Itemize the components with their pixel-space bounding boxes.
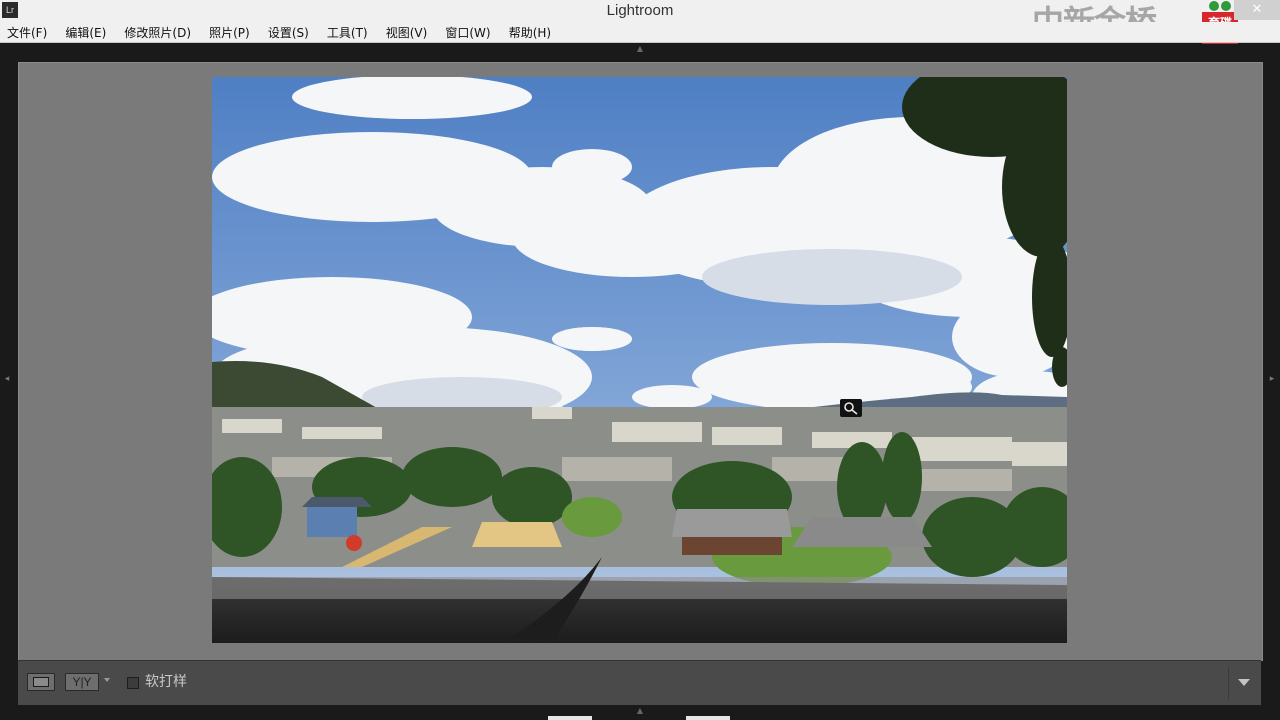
menu-photo[interactable]: 照片(P) [202,23,256,43]
menu-file[interactable]: 文件(F) [0,23,53,43]
title-bar: Lr Lightroom 中新金桥 育碟 软件 ✕ [0,0,1280,44]
top-panel-toggle-icon[interactable]: ▲ [630,44,650,54]
filmstrip-tab-left[interactable] [548,716,592,720]
bottom-panel-toggle-icon[interactable]: ▲ [630,706,650,716]
menu-edit[interactable]: 编辑(E) [58,23,112,43]
menu-settings[interactable]: 设置(S) [261,23,315,43]
menu-view[interactable]: 视图(V) [379,23,434,43]
filmstrip-tab-right[interactable] [686,716,730,720]
main-photo[interactable] [212,77,1067,643]
menu-window[interactable]: 窗口(W) [438,23,496,43]
menu-bar: 文件(F) 编辑(E) 修改照片(D) 照片(P) 设置(S) 工具(T) 视图… [0,22,1280,43]
bottom-toolbar: Y|Y 软打样 [18,660,1261,705]
right-panel-toggle-icon[interactable]: ▸ [1268,372,1276,386]
before-after-dropdown-icon[interactable] [104,678,110,682]
menu-develop[interactable]: 修改照片(D) [117,23,197,43]
loupe-view-icon [33,677,49,687]
before-after-button[interactable]: Y|Y [65,673,99,691]
toolbar-divider [1228,667,1229,699]
close-button[interactable]: ✕ [1234,0,1280,20]
toolbar-options-chevron-icon[interactable] [1238,679,1250,686]
loupe-view-button[interactable] [27,673,55,691]
zoom-loupe-icon[interactable] [840,399,862,417]
menu-tools[interactable]: 工具(T) [320,23,374,43]
menu-help[interactable]: 帮助(H) [502,23,557,43]
left-panel-toggle-icon[interactable]: ◂ [3,372,11,386]
softproof-label: 软打样 [145,674,187,690]
softproof-checkbox[interactable] [127,677,139,689]
